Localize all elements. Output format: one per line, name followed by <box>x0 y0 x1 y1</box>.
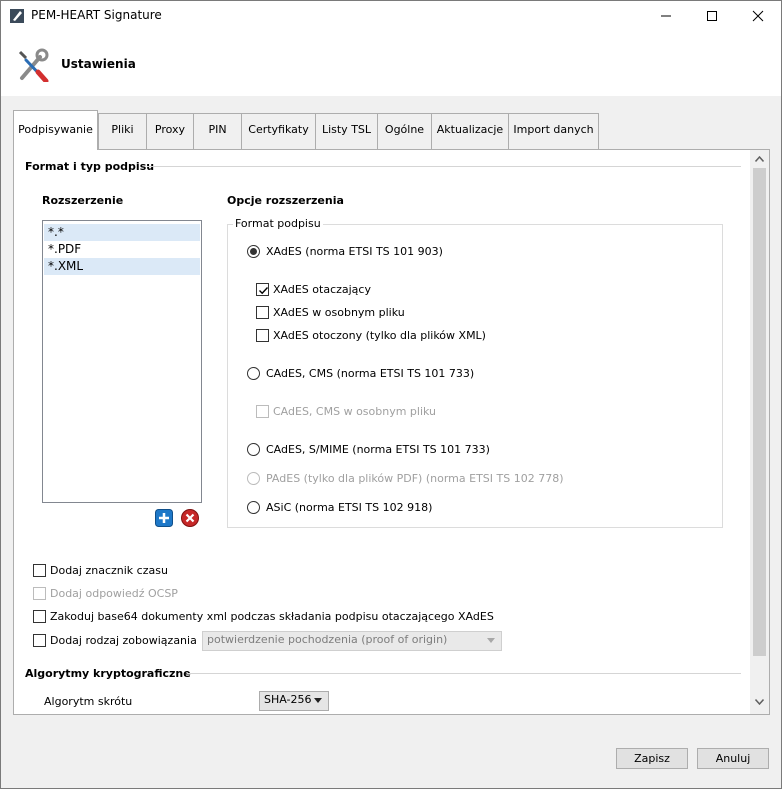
title-bar: PEM-HEART Signature <box>1 1 781 32</box>
tab-label: Ogólne <box>384 123 425 136</box>
tab-label: Podpisywanie <box>18 123 93 136</box>
tab-label: Import danych <box>513 123 594 136</box>
tab-listy-tsl[interactable]: Listy TSL <box>315 113 378 149</box>
list-item[interactable]: *.PDF <box>44 241 200 258</box>
tab-aktualizacje[interactable]: Aktualizacje <box>431 113 509 149</box>
list-item-label: *.XML <box>48 259 84 273</box>
maximize-button[interactable] <box>689 1 735 31</box>
asic-label: ASiC (norma ETSI TS 102 918) <box>266 501 433 514</box>
tab-label: Proxy <box>154 123 186 136</box>
pen-icon <box>10 9 24 23</box>
list-item[interactable]: *.* <box>44 224 200 241</box>
extensions-title: Rozszerzenie <box>42 194 124 207</box>
save-button-label: Zapisz <box>634 752 670 765</box>
tab-pliki[interactable]: Pliki <box>98 113 147 149</box>
pades-radio <box>247 472 260 485</box>
cancel-button[interactable]: Anuluj <box>697 748 769 769</box>
timestamp-label: Dodaj znacznik czasu <box>50 564 168 577</box>
checkmark-icon <box>259 287 269 295</box>
tab-podpisywanie[interactable]: Podpisywanie <box>13 110 98 150</box>
ocsp-label: Dodaj odpowiedź OCSP <box>50 587 178 600</box>
xades-enveloping-checkbox[interactable] <box>256 283 269 296</box>
close-icon <box>752 10 764 22</box>
chevron-down-icon <box>314 698 322 703</box>
remove-icon[interactable] <box>181 509 199 527</box>
section-divider <box>147 166 741 167</box>
list-item[interactable]: *.XML <box>44 258 200 275</box>
page-title: Ustawienia <box>61 57 136 71</box>
hash-algorithm-label: Algorytm skrótu <box>44 695 133 708</box>
maximize-icon <box>707 11 717 21</box>
tab-label: Listy TSL <box>321 123 372 136</box>
hash-algorithm-select[interactable]: SHA-256 <box>259 691 329 711</box>
section-title-crypto: Algorytmy kryptograficzne <box>25 667 191 680</box>
xades-enveloped-label: XAdES otoczony (tylko dla plików XML) <box>273 329 486 342</box>
cades-cms-detached-label: CAdES, CMS w osobnym pliku <box>273 405 437 418</box>
chevron-down-icon <box>487 638 495 643</box>
tab-ogolne[interactable]: Ogólne <box>377 113 432 149</box>
timestamp-checkbox[interactable] <box>33 564 46 577</box>
cancel-button-label: Anuluj <box>715 752 751 765</box>
close-button[interactable] <box>735 1 781 31</box>
pades-label: PAdES (tylko dla plików PDF) (norma ETSI… <box>266 472 564 485</box>
tab-proxy[interactable]: Proxy <box>146 113 194 149</box>
scrollbar-thumb[interactable] <box>753 168 766 656</box>
tab-label: Pliki <box>111 123 134 136</box>
xades-detached-label: XAdES w osobnym pliku <box>273 306 405 319</box>
asic-radio[interactable] <box>247 501 260 514</box>
tools-icon <box>18 48 49 82</box>
cades-smime-radio[interactable] <box>247 443 260 456</box>
settings-window: PEM-HEART Signature Ustawienia Podpisywa… <box>0 0 782 789</box>
section-divider <box>187 673 741 674</box>
tab-label: Aktualizacje <box>436 123 504 136</box>
base64-checkbox[interactable] <box>33 610 46 623</box>
cades-smime-label: CAdES, S/MIME (norma ETSI TS 101 733) <box>266 443 490 456</box>
scroll-down-icon[interactable] <box>755 699 764 705</box>
ocsp-checkbox <box>33 587 46 600</box>
options-title: Opcje rozszerzenia <box>227 194 344 207</box>
list-item-label: *.* <box>48 225 64 239</box>
cades-cms-detached-checkbox <box>256 405 269 418</box>
settings-header: Ustawienia <box>1 32 781 96</box>
section-title-format: Format i typ podpisu <box>25 160 155 173</box>
minimize-icon <box>661 15 671 17</box>
window-title: PEM-HEART Signature <box>31 8 162 22</box>
xades-detached-checkbox[interactable] <box>256 306 269 319</box>
add-icon[interactable] <box>155 509 173 527</box>
save-button[interactable]: Zapisz <box>616 748 688 769</box>
scroll-up-icon[interactable] <box>755 156 764 162</box>
xades-enveloped-checkbox[interactable] <box>256 329 269 342</box>
xades-label: XAdES (norma ETSI TS 101 903) <box>266 245 443 258</box>
commitment-select: potwierdzenie pochodzenia (proof of orig… <box>202 631 502 651</box>
hash-algorithm-value: SHA-256 <box>264 693 312 706</box>
commitment-label: Dodaj rodzaj zobowiązania <box>50 634 197 647</box>
xades-enveloping-label: XAdES otaczający <box>273 283 371 296</box>
cades-cms-radio[interactable] <box>247 367 260 380</box>
xades-radio[interactable] <box>247 245 260 258</box>
tab-label: PIN <box>208 123 227 136</box>
extensions-list[interactable]: *.* *.PDF *.XML <box>42 220 202 503</box>
tab-pin[interactable]: PIN <box>193 113 242 149</box>
tab-label: Certyfikaty <box>248 123 309 136</box>
base64-label: Zakoduj base64 dokumenty xml podczas skł… <box>50 610 494 623</box>
commitment-select-value: potwierdzenie pochodzenia (proof of orig… <box>207 633 448 646</box>
signature-format-legend: Format podpisu <box>233 217 323 230</box>
minimize-button[interactable] <box>643 1 689 31</box>
tab-import-danych[interactable]: Import danych <box>508 113 599 149</box>
commitment-checkbox[interactable] <box>33 634 46 647</box>
cades-cms-label: CAdES, CMS (norma ETSI TS 101 733) <box>266 367 475 380</box>
list-item-label: *.PDF <box>48 242 82 256</box>
tab-certyfikaty[interactable]: Certyfikaty <box>241 113 316 149</box>
